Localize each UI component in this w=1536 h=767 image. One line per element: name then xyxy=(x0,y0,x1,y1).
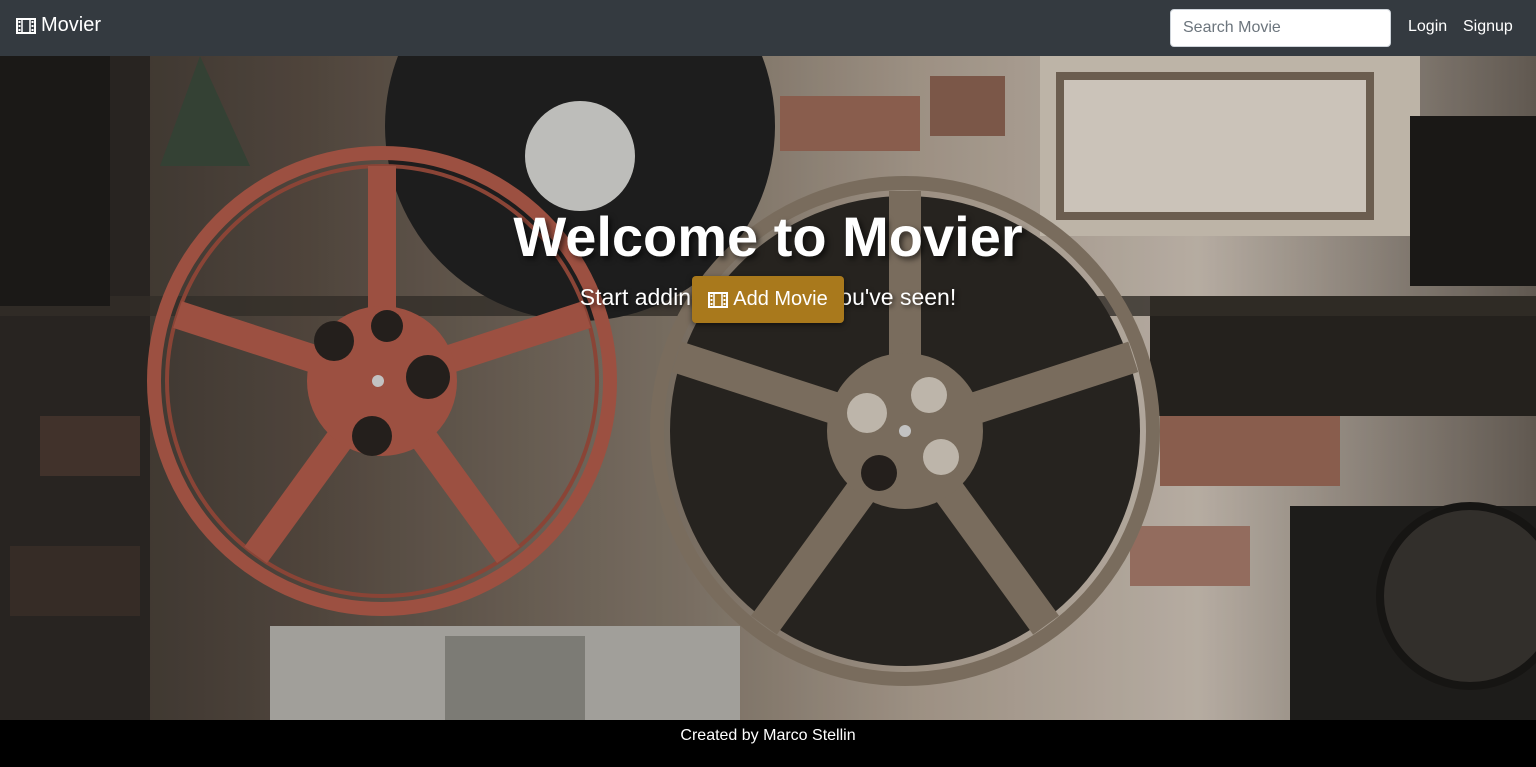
brand-link[interactable]: Movier xyxy=(16,14,101,37)
footer: Created by Marco Stellin xyxy=(0,720,1536,767)
film-icon xyxy=(16,17,36,34)
signup-link[interactable]: Signup xyxy=(1463,18,1513,36)
footer-credit: Created by Marco Stellin xyxy=(680,727,856,744)
hero-background-image xyxy=(0,56,1536,720)
add-movie-label: Add Movie xyxy=(733,288,828,310)
login-link[interactable]: Login xyxy=(1408,18,1447,36)
hero-section: Welcome to Movier Start adding the movie… xyxy=(0,56,1536,720)
add-movie-button[interactable]: Add Movie xyxy=(692,276,844,323)
film-icon xyxy=(708,291,729,308)
brand-label: Movier xyxy=(41,14,102,36)
navbar: Movier Login Signup xyxy=(0,0,1536,56)
hero-title: Welcome to Movier xyxy=(513,205,1023,268)
search-input[interactable] xyxy=(1170,9,1391,47)
